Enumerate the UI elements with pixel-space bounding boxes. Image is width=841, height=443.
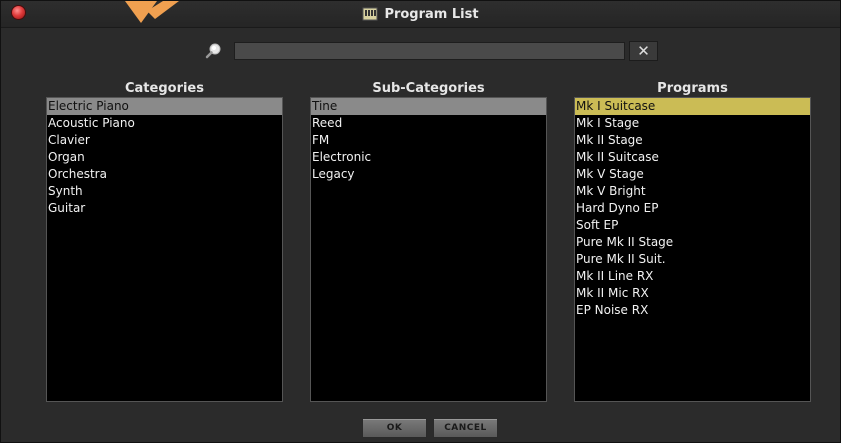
list-item[interactable]: FM: [311, 132, 546, 149]
cancel-button[interactable]: CANCEL: [433, 418, 498, 438]
list-item[interactable]: Mk I Suitcase: [575, 98, 810, 115]
list-item[interactable]: Reed: [311, 115, 546, 132]
search-row: ✕: [1, 41, 840, 61]
list-item[interactable]: Tine: [311, 98, 546, 115]
program-list-icon: [362, 7, 378, 21]
list-item[interactable]: Hard Dyno EP: [575, 200, 810, 217]
window-title-label: Program List: [384, 6, 479, 22]
list-item[interactable]: Synth: [47, 183, 282, 200]
list-item[interactable]: EP Noise RX: [575, 302, 810, 319]
annotation-arrow: [125, 1, 179, 23]
list-item[interactable]: Acoustic Piano: [47, 115, 282, 132]
programs-list[interactable]: Mk I Suitcase Mk I Stage Mk II Stage Mk …: [574, 97, 811, 402]
subcategories-header: Sub-Categories: [372, 81, 485, 96]
search-input[interactable]: [234, 42, 625, 60]
categories-header: Categories: [124, 81, 204, 96]
list-item[interactable]: Electronic: [311, 149, 546, 166]
list-item[interactable]: Mk I Stage: [575, 115, 810, 132]
list-item[interactable]: Clavier: [47, 132, 282, 149]
list-item[interactable]: Soft EP: [575, 217, 810, 234]
ok-button[interactable]: OK: [362, 418, 427, 438]
list-item[interactable]: Organ: [47, 149, 282, 166]
list-item[interactable]: Mk V Bright: [575, 183, 810, 200]
list-item[interactable]: Legacy: [311, 166, 546, 183]
programs-header: Programs: [657, 81, 728, 96]
search-icon: [205, 43, 221, 59]
list-item[interactable]: Mk II Stage: [575, 132, 810, 149]
list-item[interactable]: Pure Mk II Suit.: [575, 251, 810, 268]
program-list-window: Program List ✕ Categories Sub-Categories…: [0, 0, 841, 443]
clear-icon: ✕: [637, 42, 650, 60]
list-item[interactable]: Orchestra: [47, 166, 282, 183]
subcategories-list[interactable]: Tine Reed FM Electronic Legacy: [310, 97, 547, 402]
list-item[interactable]: Mk II Suitcase: [575, 149, 810, 166]
list-item[interactable]: Mk II Line RX: [575, 268, 810, 285]
list-item[interactable]: Electric Piano: [47, 98, 282, 115]
clear-search-button[interactable]: ✕: [629, 41, 658, 61]
list-item[interactable]: Pure Mk II Stage: [575, 234, 810, 251]
categories-list[interactable]: Electric Piano Acoustic Piano Clavier Or…: [46, 97, 283, 402]
list-item[interactable]: Guitar: [47, 200, 282, 217]
list-item[interactable]: Mk V Stage: [575, 166, 810, 183]
list-item[interactable]: Mk II Mic RX: [575, 285, 810, 302]
